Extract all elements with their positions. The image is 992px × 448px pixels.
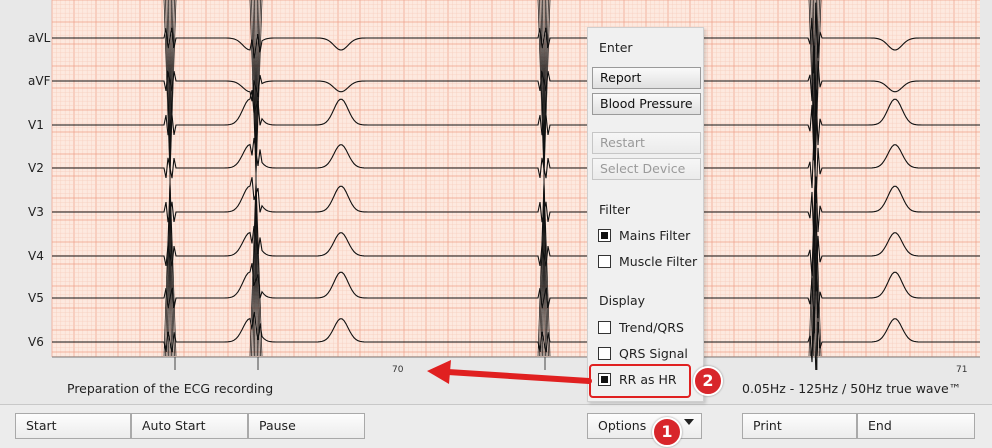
muscle-filter-box[interactable] [598,255,611,268]
muscle-filter-checkbox[interactable]: Muscle Filter [598,254,697,272]
print-button[interactable]: Print [742,413,857,439]
step-badge-2: 2 [693,366,723,396]
filter-info: 0.05Hz - 125Hz / 50Hz true wave™ [742,381,962,396]
lead-label-v6: V6 [28,335,44,349]
qrs-signal-box[interactable] [598,347,611,360]
options-button[interactable]: Options [587,413,702,439]
mains-filter-label: Mains Filter [619,228,691,243]
blood-pressure-button[interactable]: Blood Pressure [592,93,701,115]
lead-label-avl: aVL [28,31,51,45]
menu-filter-heading: Filter [599,202,630,217]
start-button[interactable]: Start [15,413,131,439]
menu-display-heading: Display [599,293,646,308]
lead-label-v5: V5 [28,291,44,305]
options-menu: Enter Report Blood Pressure Restart Sele… [587,27,704,402]
lead-label-v1: V1 [28,118,44,132]
muscle-filter-label: Muscle Filter [619,254,698,269]
select-device-button[interactable]: Select Device [592,158,701,180]
tick-label-71: 71 [956,365,968,375]
pause-button[interactable]: Pause [248,413,365,439]
end-button[interactable]: End [857,413,975,439]
mains-filter-box[interactable] [598,229,611,242]
step-badge-1: 1 [652,417,682,447]
mains-filter-checkbox[interactable]: Mains Filter [598,228,690,246]
qrs-signal-label: QRS Signal [619,346,688,361]
ecg-panel: aVL aVF V1 V2 V3 V4 V5 V6 70 71 Preparat… [0,0,992,405]
status-text: Preparation of the ECG recording [67,381,274,396]
qrs-signal-checkbox[interactable]: QRS Signal [598,346,688,364]
rr-as-hr-highlight [589,364,691,398]
lead-label-v4: V4 [28,249,44,263]
lead-label-v3: V3 [28,205,44,219]
menu-enter-heading: Enter [599,40,633,55]
lead-label-v2: V2 [28,161,44,175]
tick-label-70: 70 [392,365,404,375]
restart-button[interactable]: Restart [592,132,701,154]
chevron-down-icon[interactable] [684,419,694,425]
auto-start-button[interactable]: Auto Start [131,413,248,439]
trend-qrs-label: Trend/QRS [619,320,684,335]
trend-qrs-checkbox[interactable]: Trend/QRS [598,320,684,338]
trend-qrs-box[interactable] [598,321,611,334]
report-button[interactable]: Report [592,67,701,89]
ecg-grid [51,0,980,370]
lead-label-avf: aVF [28,74,51,88]
